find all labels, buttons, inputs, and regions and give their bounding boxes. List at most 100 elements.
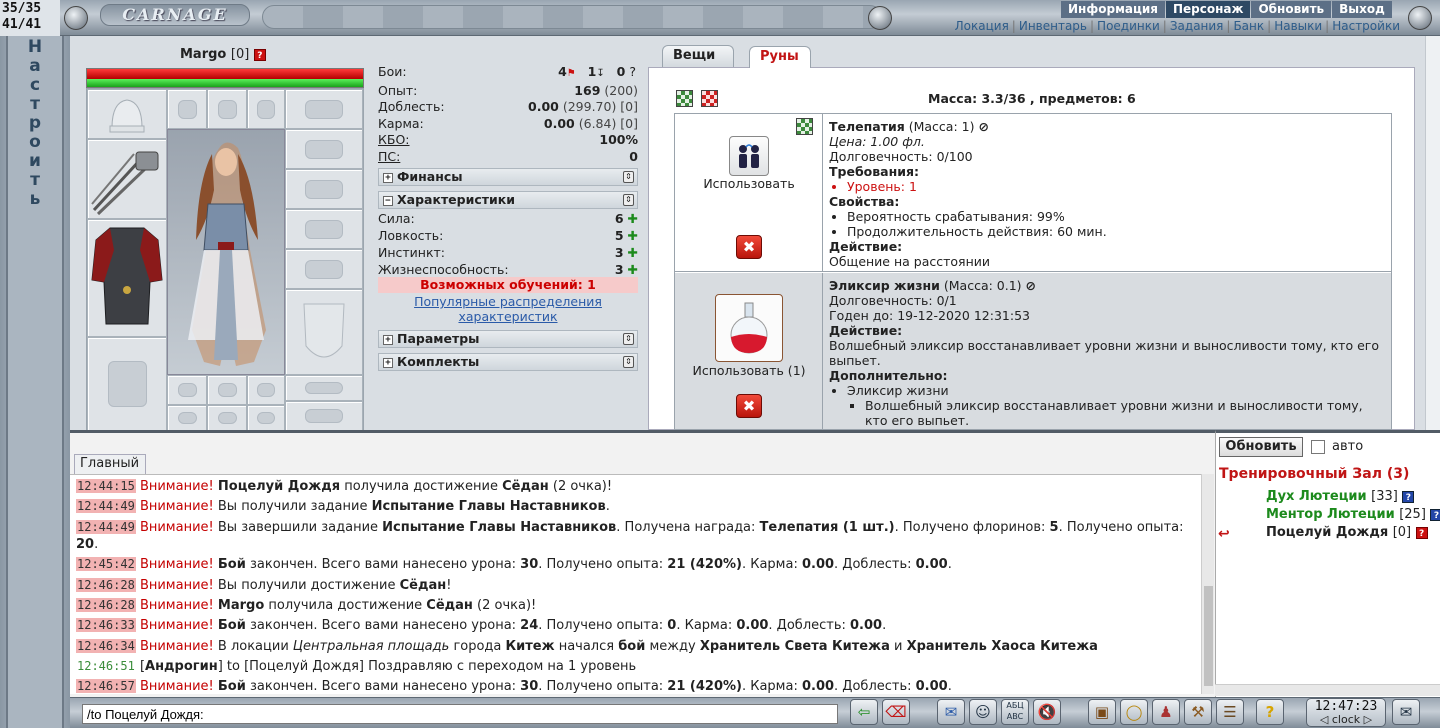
- chat-timestamp[interactable]: 12:46:57: [76, 679, 136, 694]
- auto-refresh-checkbox[interactable]: [1311, 440, 1325, 454]
- item-expand-icon[interactable]: [796, 118, 813, 135]
- envelope-icon[interactable]: ✉: [1392, 699, 1420, 725]
- ring-slot[interactable]: [247, 89, 285, 129]
- tab-items[interactable]: Вещи: [662, 45, 734, 67]
- plus-icon[interactable]: ✚: [628, 262, 638, 277]
- character-avatar[interactable]: [167, 129, 285, 375]
- belt-slot[interactable]: [285, 375, 363, 401]
- popular-distributions-link[interactable]: Популярные распределения характеристик: [378, 294, 638, 324]
- group-icon[interactable]: ♟: [1152, 699, 1180, 725]
- chest-icon[interactable]: ▣: [1088, 699, 1116, 725]
- info-icon[interactable]: ?: [1415, 526, 1428, 539]
- collapse-icon: −: [383, 195, 393, 206]
- chat-timestamp[interactable]: 12:46:28: [76, 597, 136, 612]
- scroll-icon[interactable]: ☰: [1216, 699, 1244, 725]
- nav-exit[interactable]: Выход: [1332, 1, 1392, 18]
- settings-vertical-button[interactable]: Н а с т р о и т ь: [25, 38, 45, 209]
- collapse-all-icon[interactable]: [701, 90, 718, 107]
- nav-info[interactable]: Информация: [1061, 1, 1165, 18]
- use-button[interactable]: Использовать: [675, 176, 823, 191]
- boots-slot[interactable]: [87, 337, 167, 431]
- chat-timestamp[interactable]: 12:46:34: [76, 638, 136, 653]
- info-icon[interactable]: ?: [253, 48, 266, 61]
- subnav-duels[interactable]: Поединки: [1097, 19, 1160, 33]
- chat-timestamp[interactable]: 12:45:42: [76, 557, 136, 572]
- ring-slot-right[interactable]: [285, 209, 363, 249]
- subnav-skills[interactable]: Навыки: [1274, 19, 1322, 33]
- weapon-slot[interactable]: [87, 139, 167, 219]
- gauntlet-slot[interactable]: [285, 249, 363, 289]
- section-characteristics[interactable]: − Характеристики ⇕: [378, 191, 638, 209]
- scroll-toggle-icon[interactable]: ⇕: [623, 333, 634, 345]
- subnav-quests[interactable]: Задания: [1170, 19, 1224, 33]
- tab-main-chat[interactable]: Главный: [74, 454, 146, 474]
- plus-icon[interactable]: ✚: [628, 245, 638, 260]
- pocket-slot[interactable]: [247, 375, 285, 405]
- chat-timestamp[interactable]: 12:46:33: [76, 618, 136, 633]
- helmet-slot[interactable]: [87, 89, 167, 139]
- nav-character[interactable]: Персонаж: [1166, 1, 1251, 18]
- subnav-location[interactable]: Локация: [955, 19, 1009, 33]
- pocket-slot[interactable]: [167, 405, 207, 431]
- translit-icon[interactable]: АБЦ ABC: [1001, 699, 1029, 725]
- delete-icon[interactable]: ✖: [736, 394, 762, 418]
- chat-scrollbar[interactable]: [1201, 474, 1214, 694]
- user-entry[interactable]: Ментор Лютеции [25] ?: [1266, 507, 1440, 522]
- char-name-text[interactable]: Margo: [180, 47, 226, 62]
- scroll-toggle-icon[interactable]: ⇕: [623, 194, 634, 206]
- ring-slot[interactable]: [207, 89, 247, 129]
- clock-label: ◁ clock ▷: [1319, 713, 1373, 726]
- tab-runes[interactable]: Руны: [749, 46, 811, 68]
- info-icon[interactable]: ?: [1402, 490, 1415, 503]
- ring-slot[interactable]: [167, 89, 207, 129]
- plus-icon[interactable]: ✚: [628, 211, 638, 226]
- users-hscrollbar[interactable]: [1215, 684, 1440, 696]
- coins-icon[interactable]: ◯: [1120, 699, 1148, 725]
- refresh-users-button[interactable]: Обновить: [1219, 437, 1303, 457]
- user-entry[interactable]: Дух Лютеции [33] ?: [1266, 489, 1415, 504]
- telepathy-icon[interactable]: [729, 136, 769, 176]
- private-message-arrow-icon[interactable]: ↩: [1218, 526, 1230, 542]
- expand-all-icon[interactable]: [676, 90, 693, 107]
- subnav-bank[interactable]: Банк: [1233, 19, 1264, 33]
- section-parameters[interactable]: + Параметры ⇕: [378, 330, 638, 348]
- pants-slot[interactable]: [285, 401, 363, 431]
- subnav-inventory[interactable]: Инвентарь: [1019, 19, 1087, 33]
- scroll-toggle-icon[interactable]: ⇕: [623, 356, 634, 368]
- shield-slot[interactable]: [285, 289, 363, 375]
- delete-icon[interactable]: ✖: [736, 235, 762, 259]
- amulet-slot[interactable]: [285, 89, 363, 129]
- eraser-icon[interactable]: ⌫: [882, 699, 910, 725]
- pocket-slot[interactable]: [207, 375, 247, 405]
- tools-icon[interactable]: ⚒: [1184, 699, 1212, 725]
- pocket-slot[interactable]: [167, 375, 207, 405]
- smiley-icon[interactable]: ☺: [969, 699, 997, 725]
- gloves-slot[interactable]: [285, 169, 363, 209]
- user-entry[interactable]: Поцелуй Дождя [0] ?: [1266, 525, 1428, 540]
- bracer-slot[interactable]: [285, 129, 363, 169]
- section-sets[interactable]: + Комплекты ⇕: [378, 353, 638, 371]
- plus-icon[interactable]: ✚: [628, 228, 638, 243]
- chat-timestamp[interactable]: 12:46:28: [76, 577, 136, 592]
- elixir-flask-icon[interactable]: [715, 294, 783, 362]
- chat-timestamp[interactable]: 12:44:15: [76, 479, 136, 493]
- armor-slot[interactable]: [87, 219, 167, 337]
- pocket-slot[interactable]: [247, 405, 285, 431]
- subnav-settings[interactable]: Настройки: [1332, 19, 1400, 33]
- chat-timestamp[interactable]: 12:46:51: [76, 659, 136, 673]
- pocket-slot[interactable]: [207, 405, 247, 431]
- section-finances[interactable]: + Финансы ⇕: [378, 168, 638, 186]
- chat-timestamp[interactable]: 12:44:49: [76, 519, 136, 534]
- help-icon[interactable]: ?: [1256, 699, 1284, 725]
- nav-refresh[interactable]: Обновить: [1251, 1, 1332, 18]
- mail-icon[interactable]: ✉: [937, 699, 965, 725]
- send-arrow-icon[interactable]: ⇦: [850, 699, 878, 725]
- chat-message-text: В локации Центральная площадь города Кит…: [217, 638, 1098, 654]
- panel-scrollbar[interactable]: [1425, 36, 1440, 430]
- scroll-toggle-icon[interactable]: ⇕: [623, 171, 634, 183]
- mute-icon[interactable]: 🔇: [1033, 699, 1061, 725]
- use-button[interactable]: Использовать (1): [675, 363, 823, 378]
- chat-timestamp[interactable]: 12:44:49: [76, 499, 136, 514]
- chat-input[interactable]: [82, 704, 838, 724]
- info-icon[interactable]: ?: [1430, 508, 1440, 521]
